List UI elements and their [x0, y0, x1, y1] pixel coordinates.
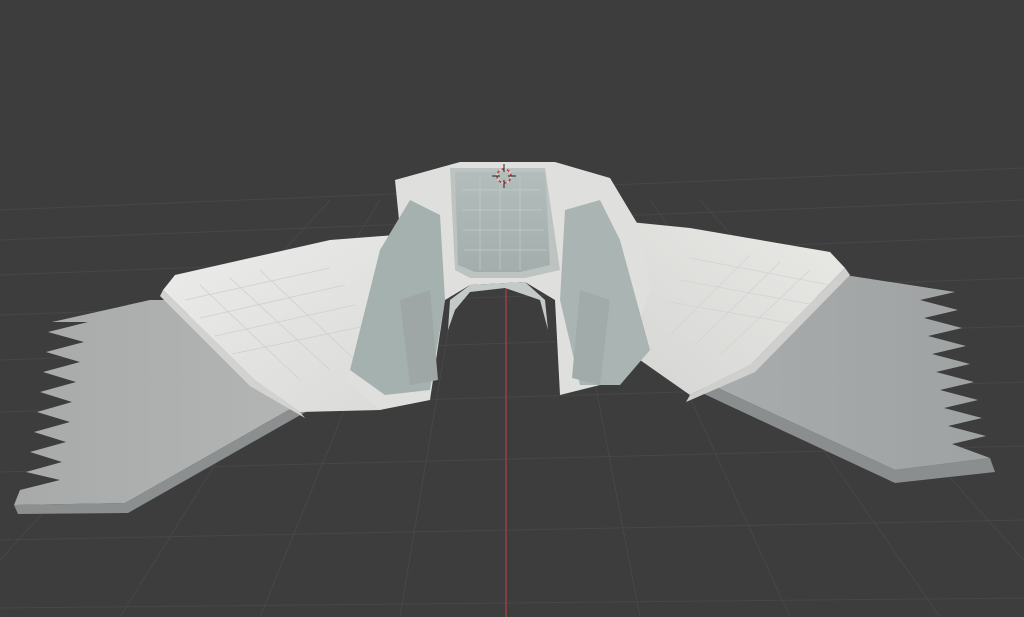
3d-viewport[interactable] — [0, 0, 1024, 617]
fuselage[interactable] — [345, 162, 650, 410]
viewport-canvas[interactable] — [0, 0, 1024, 617]
